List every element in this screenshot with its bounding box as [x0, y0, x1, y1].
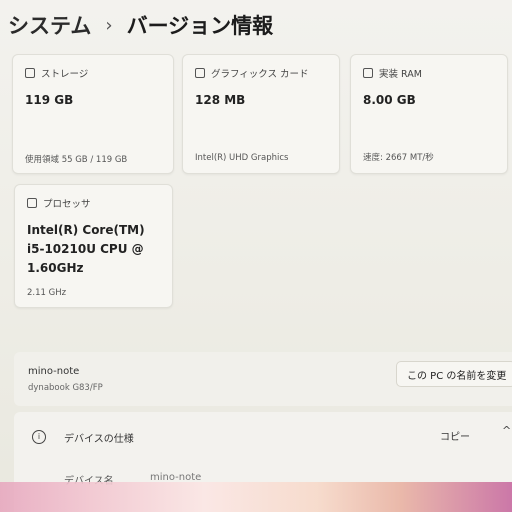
storage-value: 119 GB [25, 93, 74, 107]
memory-icon [363, 68, 373, 78]
graphics-label: グラフィックス カード [211, 69, 309, 80]
processor-line: i5-10210U CPU @ [27, 242, 144, 256]
breadcrumb-root[interactable]: システム [8, 10, 91, 40]
chevron-up-icon[interactable]: ^ [502, 424, 511, 437]
processor-label: プロセッサ [43, 199, 91, 210]
page-title: バージョン情報 [126, 14, 274, 38]
processor-card: プロセッサ Intel(R) Core(TM) i5-10210U CPU @ … [14, 184, 173, 308]
processor-detail: 2.11 GHz [27, 288, 67, 298]
storage-card: ストレージ 119 GB 使用領域 55 GB / 119 GB [12, 54, 174, 174]
info-icon: i [32, 430, 46, 444]
processor-value: Intel(R) Core(TM) i5-10210U CPU @ 1.60GH… [27, 221, 145, 278]
ram-value: 8.00 GB [363, 93, 416, 107]
breadcrumb: システム › バージョン情報 [8, 8, 273, 42]
specs-title[interactable]: デバイスの仕様 [64, 430, 134, 445]
ram-label: 実装 RAM [379, 69, 422, 80]
processor-line: 1.60GHz [27, 261, 84, 275]
storage-icon [25, 68, 35, 78]
storage-label: ストレージ [41, 69, 89, 80]
graphics-detail: Intel(R) UHD Graphics [195, 153, 289, 163]
ram-detail: 速度: 2667 MT/秒 [363, 153, 434, 163]
graphics-card: グラフィックス カード 128 MB Intel(R) UHD Graphics [182, 54, 340, 174]
device-name: mino-note [28, 366, 80, 377]
ram-card: 実装 RAM 8.00 GB 速度: 2667 MT/秒 [350, 54, 508, 174]
processor-line: Intel(R) Core(TM) [27, 223, 145, 237]
rename-pc-button[interactable]: この PC の名前を変更 [396, 361, 512, 387]
graphics-value: 128 MB [195, 93, 246, 107]
storage-detail: 使用領域 55 GB / 119 GB [25, 155, 128, 165]
graphics-card-icon [195, 68, 205, 78]
device-model: dynabook G83/FP [28, 383, 103, 393]
copy-button[interactable]: コピー [440, 424, 484, 446]
wallpaper-strip [0, 482, 512, 512]
processor-icon [27, 198, 37, 208]
breadcrumb-separator: › [105, 14, 113, 36]
